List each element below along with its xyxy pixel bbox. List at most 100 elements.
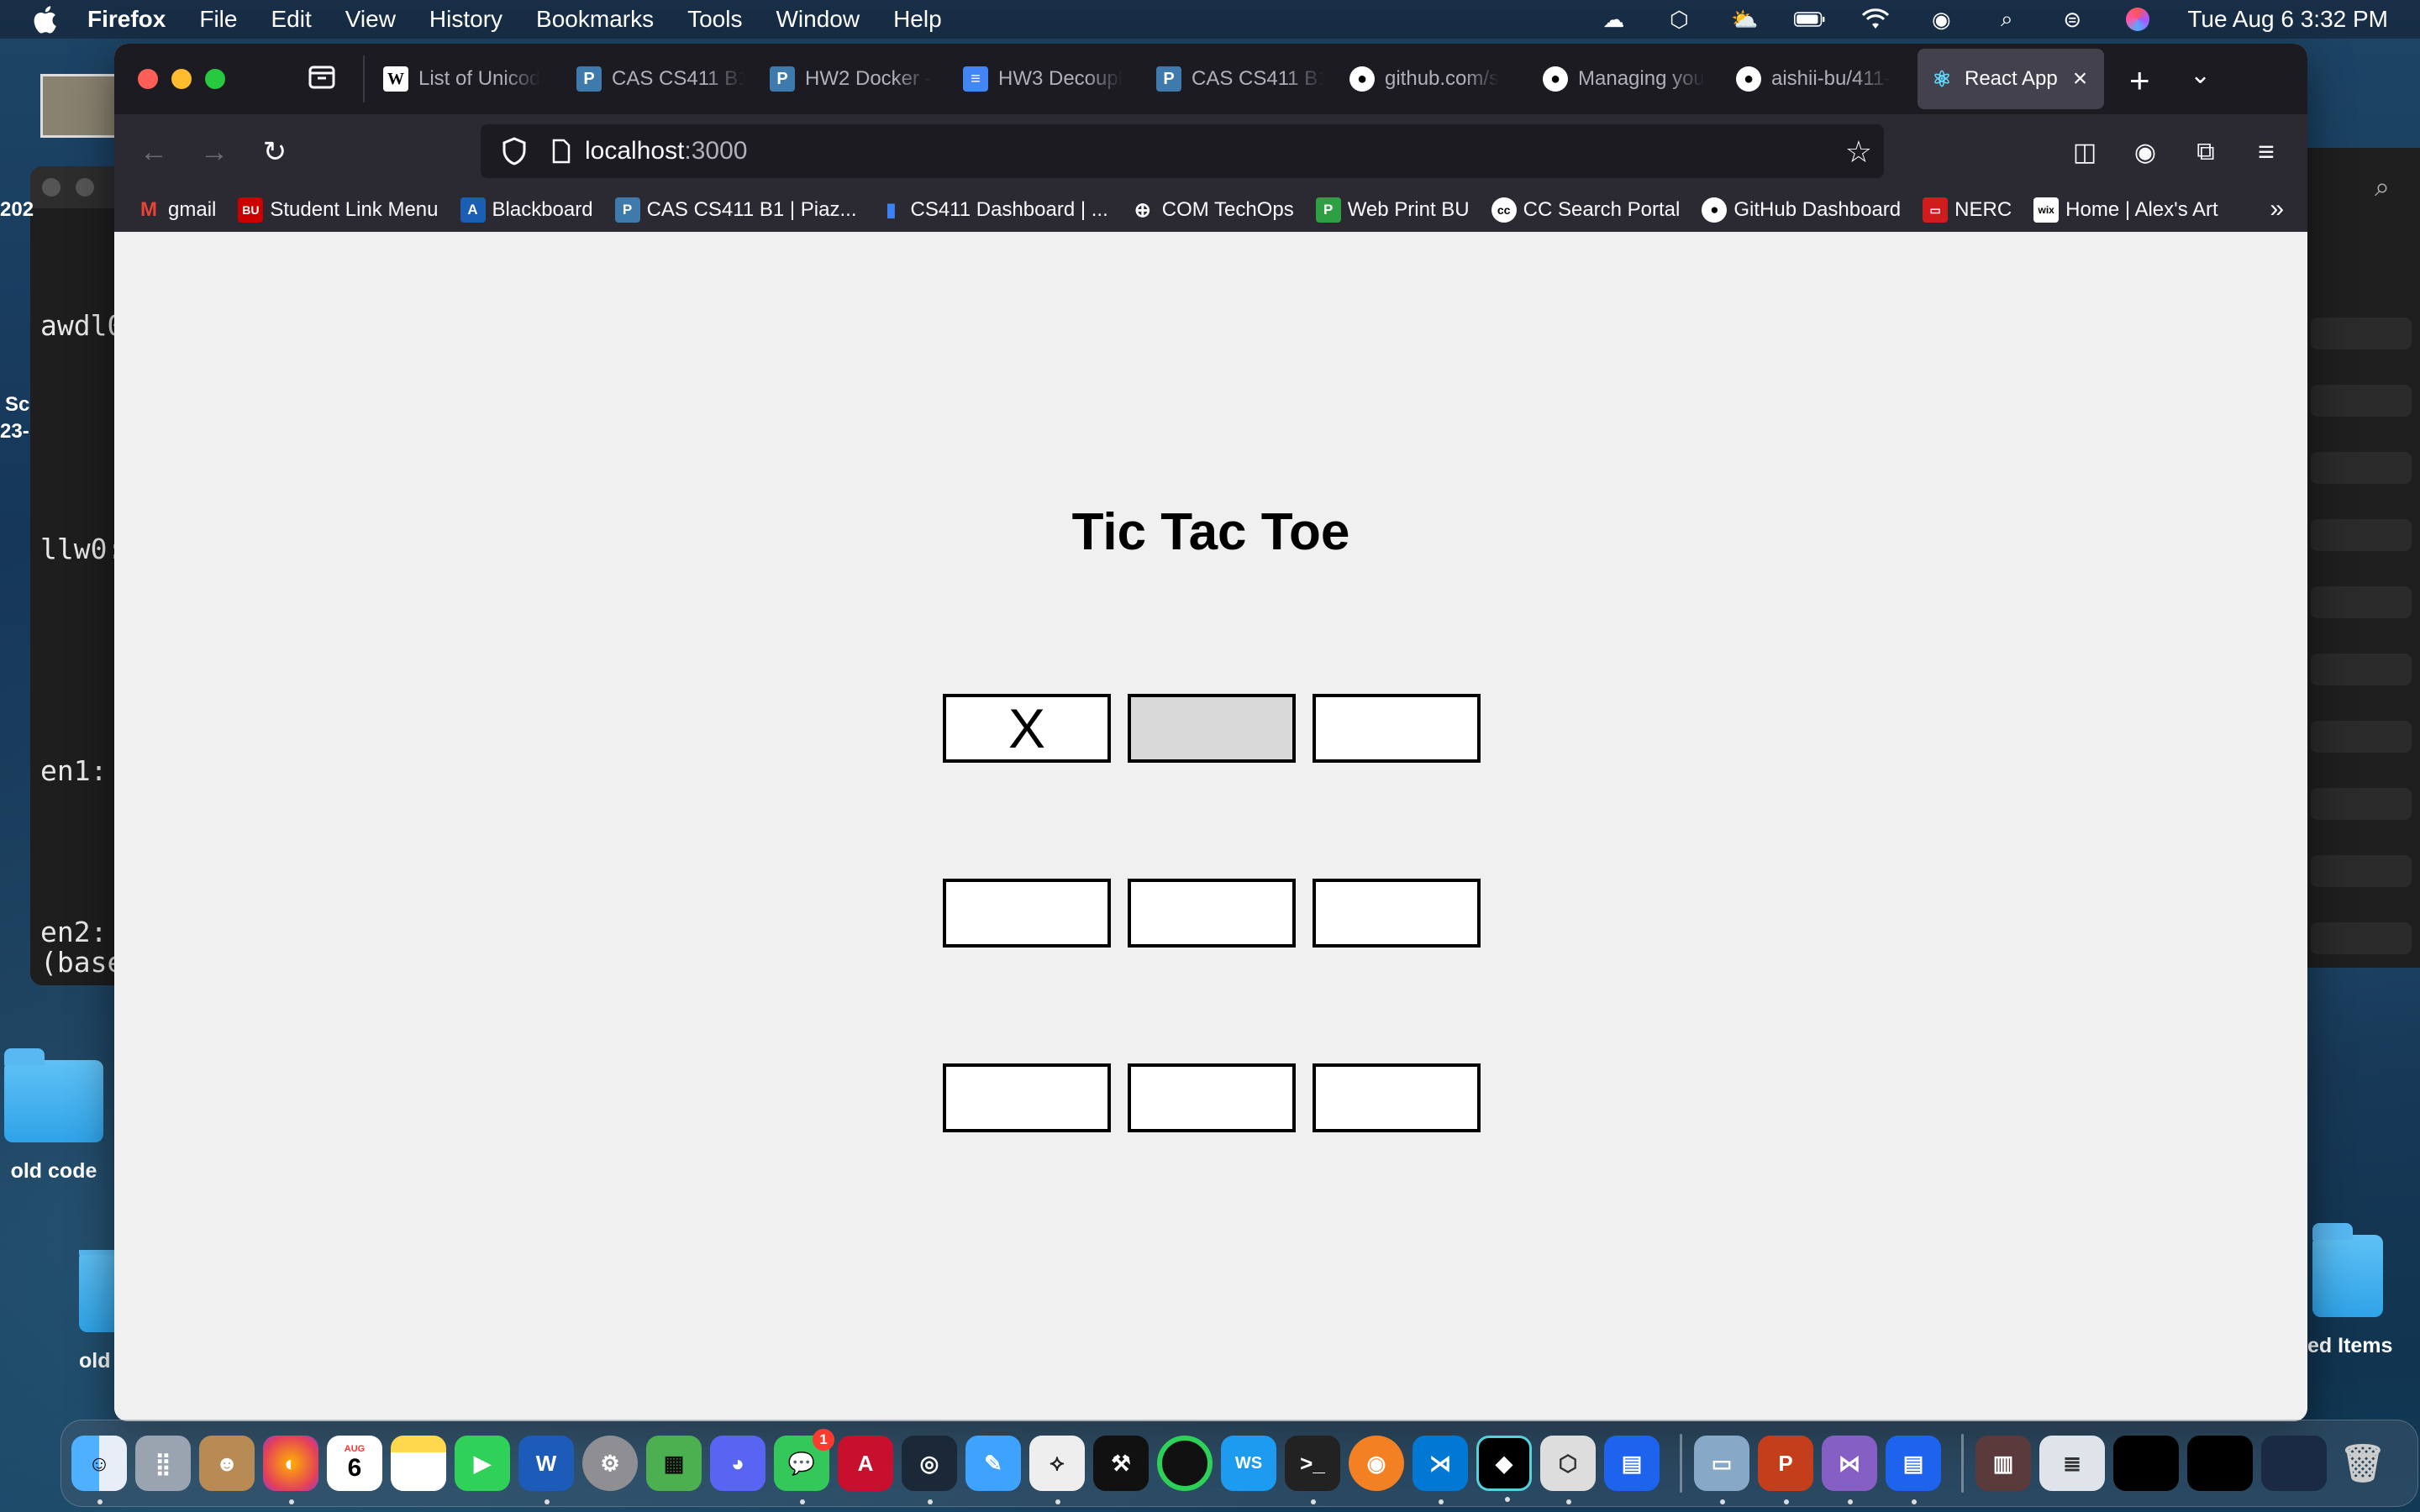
downloads-stack-icon[interactable]: ▥ (1975, 1436, 2031, 1491)
bookmark-blackboard[interactable]: A Blackboard (460, 197, 593, 223)
launchpad-icon[interactable]: ⣿ (135, 1436, 191, 1491)
board-cell-7[interactable] (1128, 1063, 1296, 1132)
godot-icon[interactable]: ◆ (1476, 1436, 1532, 1502)
document-stack-icon[interactable]: ≣ (2039, 1436, 2105, 1491)
board-cell-3[interactable] (943, 879, 1111, 948)
extensions-icon[interactable]: ⧉ (2185, 131, 2227, 173)
search-icon[interactable]: ⌕ (2375, 171, 2390, 203)
steam-icon[interactable]: ◎ (902, 1436, 957, 1504)
tab-hw3-decoupled[interactable]: ≡ HW3 Decoupl (951, 49, 1143, 109)
url-text[interactable]: localhost:3000 (585, 137, 747, 165)
minimized-window-thumbnail[interactable] (2261, 1436, 2327, 1491)
minimized-window-thumbnail[interactable] (2113, 1436, 2179, 1491)
system-settings-icon[interactable]: ⚙ (582, 1436, 638, 1491)
powerpoint-icon[interactable]: P (1758, 1436, 1813, 1504)
weather-icon[interactable]: ⛅ (1728, 7, 1760, 32)
tab-cas-cs411-piazza[interactable]: P CAS CS411 B1 (565, 49, 756, 109)
tracking-protection-shield-icon[interactable] (497, 134, 531, 168)
desktop-folder-old-code[interactable]: old code (3, 1048, 104, 1184)
list-all-tabs-icon[interactable]: ⌄ (2190, 60, 2211, 90)
apple-menu-icon[interactable] (32, 5, 57, 34)
vscode-icon[interactable]: ⋊ (1413, 1436, 1468, 1504)
firefox-view-icon[interactable] (308, 62, 341, 96)
back-button[interactable]: ← (133, 131, 175, 173)
tab-aishii-bu-411[interactable]: ● aishii-bu/411- (1724, 49, 1916, 109)
wifi-icon[interactable] (1860, 7, 1891, 32)
tab-managing-your[interactable]: ● Managing you (1531, 49, 1723, 109)
user-account-icon[interactable]: ◉ (1925, 7, 1957, 32)
more-bookmarks-chevron-icon[interactable]: » (2270, 195, 2284, 223)
docker-desktop-icon[interactable]: ▤ (1886, 1436, 1941, 1504)
board-cell-5[interactable] (1313, 879, 1481, 948)
blender-icon[interactable]: ◉ (1349, 1436, 1404, 1491)
bookmark-com-techops[interactable]: ⊕ COM TechOps (1130, 197, 1294, 223)
board-cell-6[interactable] (943, 1063, 1111, 1132)
desktop-folder-shared-items[interactable]: ed Items (2307, 1223, 2420, 1358)
activity-icon[interactable] (1157, 1436, 1213, 1491)
trash-icon[interactable]: 🗑 (2335, 1436, 2391, 1491)
background-right-window[interactable]: ⌕ (2302, 148, 2420, 968)
finder-icon[interactable]: ☺ (71, 1436, 127, 1504)
contacts-icon[interactable]: ☻ (199, 1436, 255, 1491)
account-icon[interactable]: ◉ (2124, 131, 2166, 173)
menu-help[interactable]: Help (893, 6, 942, 33)
bookmark-nerc[interactable]: ▭ NERC (1923, 197, 2012, 223)
acrobat-icon[interactable]: A (838, 1436, 893, 1491)
tab-react-app[interactable]: ⚛ React App × (1918, 49, 2104, 109)
bookmark-student-link[interactable]: BU Student Link Menu (238, 197, 439, 223)
close-window-button[interactable] (138, 69, 158, 89)
notes-icon[interactable] (391, 1436, 446, 1491)
spotlight-search-icon[interactable]: ⌕ (1991, 6, 2023, 32)
app-menu-icon[interactable]: ≡ (2245, 131, 2287, 173)
unreal-icon[interactable]: ⚒ (1093, 1436, 1149, 1491)
minimize-window-button[interactable] (171, 69, 192, 89)
calendar-icon[interactable]: AUG 6 (327, 1436, 382, 1491)
menu-app-name[interactable]: Firefox (87, 6, 166, 33)
maximize-window-button[interactable] (205, 69, 225, 89)
bookmark-web-print[interactable]: P Web Print BU (1315, 197, 1470, 223)
menu-view[interactable]: View (345, 6, 396, 33)
tab-hw2-docker[interactable]: P HW2 Docker - (758, 49, 950, 109)
tab-github-com[interactable]: ● github.com/s (1338, 49, 1529, 109)
bookmark-alexs-art[interactable]: wix Home | Alex's Art (2033, 197, 2218, 223)
facetime-icon[interactable]: ▶ (455, 1436, 510, 1491)
forward-button[interactable]: → (193, 131, 235, 173)
desktop-screenshot-thumbnail[interactable] (40, 74, 124, 138)
bookmark-cc-search[interactable]: cc CC Search Portal (1491, 197, 1680, 223)
siri-icon[interactable] (2122, 7, 2154, 32)
menu-tools[interactable]: Tools (687, 6, 742, 33)
board-cell-1[interactable] (1128, 694, 1296, 763)
board-cell-8[interactable] (1313, 1063, 1481, 1132)
visual-studio-icon[interactable]: ⋈ (1822, 1436, 1877, 1504)
bookmark-star-icon[interactable]: ☆ (1845, 134, 1872, 170)
board-cell-0[interactable]: X (943, 694, 1111, 763)
messages-icon[interactable]: 💬 1 (774, 1429, 834, 1504)
menu-window[interactable]: Window (776, 6, 860, 33)
new-tab-button[interactable]: + (2129, 60, 2150, 101)
page-info-icon[interactable] (548, 134, 575, 168)
docker-icon[interactable]: ▤ (1604, 1436, 1660, 1491)
tab-list-of-unicode[interactable]: W List of Unicod (371, 49, 563, 109)
firefox-icon[interactable]: ◐ (263, 1436, 318, 1504)
menu-bookmarks[interactable]: Bookmarks (536, 6, 654, 33)
reload-button[interactable]: ↻ (254, 131, 296, 173)
close-tab-icon[interactable]: × (2073, 65, 2088, 93)
clock[interactable]: Tue Aug 6 3:32 PM (2187, 6, 2388, 33)
bookmark-gmail[interactable]: Mgmail (136, 197, 216, 223)
discord-icon[interactable]: ◕ (710, 1436, 765, 1491)
unity-hub-icon[interactable]: ⬡ (1540, 1436, 1596, 1504)
minecraft-icon[interactable]: ▦ (646, 1436, 702, 1491)
creative-cloud-icon[interactable]: ☁ (1597, 7, 1629, 32)
control-center-icon[interactable]: ⊜ (2056, 7, 2088, 32)
menu-history[interactable]: History (429, 6, 502, 33)
board-cell-2[interactable] (1313, 694, 1481, 763)
pencil-app-icon[interactable]: ✎ (965, 1436, 1021, 1491)
bookmark-cs411-dashboard[interactable]: ▮ CS411 Dashboard | ... (878, 197, 1107, 223)
tab-cas-cs411-piazza-2[interactable]: P CAS CS411 B1 (1144, 49, 1336, 109)
webstorm-icon[interactable]: WS (1221, 1436, 1276, 1491)
menu-edit[interactable]: Edit (271, 6, 311, 33)
unity-icon[interactable]: ⬡ (1663, 7, 1695, 32)
chatgpt-icon[interactable]: ⟡ (1029, 1436, 1085, 1504)
bookmark-github-dashboard[interactable]: ● GitHub Dashboard (1702, 197, 1901, 223)
preview-icon[interactable]: ▭ (1694, 1436, 1749, 1504)
